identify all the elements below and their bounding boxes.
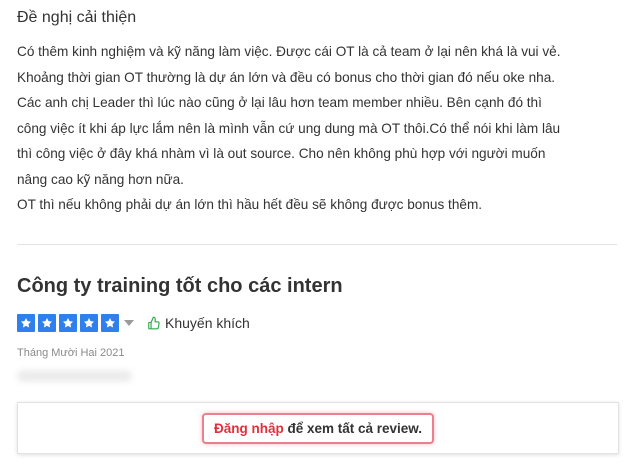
review-page: Đề nghị cải thiện Có thêm kinh nghiệm và… xyxy=(0,0,640,471)
review-date: Tháng Mười Hai 2021 xyxy=(17,347,125,359)
improvement-heading: Đề nghị cải thiện xyxy=(17,9,137,26)
star-icon xyxy=(101,314,119,332)
improvement-line: nâng cao kỹ năng hơn nữa. xyxy=(17,171,184,187)
improvement-line: thì công việc ở đây khá nhàm vì là out s… xyxy=(17,146,546,161)
star-icon xyxy=(80,314,98,332)
blurred-content xyxy=(17,370,132,382)
login-prompt-text: để xem tất cả review. xyxy=(283,420,423,436)
recommend-label: Khuyến khích xyxy=(165,315,250,331)
recommend-badge: Khuyến khích xyxy=(147,315,250,331)
review-divider xyxy=(17,244,617,245)
login-link[interactable]: Đăng nhập xyxy=(214,421,284,436)
login-prompt: Đăng nhập để xem tất cả review. xyxy=(201,412,435,444)
improvement-line: Khoảng thời gian OT thường là dự án lớn … xyxy=(17,69,556,85)
thumbs-up-icon xyxy=(148,316,160,330)
star-icon xyxy=(17,314,35,332)
star-icon xyxy=(38,314,56,332)
login-prompt-box: Đăng nhập để xem tất cả review. xyxy=(17,402,619,454)
improvement-line: công việc ít khi áp lực lắm nên là mình … xyxy=(17,120,561,136)
rating-details-chevron-down-icon[interactable] xyxy=(124,320,134,326)
improvement-line: Có thêm kinh nghiệm và kỹ năng làm việc.… xyxy=(17,44,561,59)
improvement-line: Các anh chị Leader thì lúc nào cũng ở lạ… xyxy=(17,95,542,110)
review-title[interactable]: Công ty training tốt cho các intern xyxy=(17,273,343,299)
improvement-text: Có thêm kinh nghiệm và kỹ năng làm việc.… xyxy=(17,39,627,218)
improvement-line: OT thì nếu không phải dự án lớn thì hầu … xyxy=(17,197,483,212)
rating-row: Khuyến khích xyxy=(17,313,250,333)
star-icon xyxy=(59,314,77,332)
